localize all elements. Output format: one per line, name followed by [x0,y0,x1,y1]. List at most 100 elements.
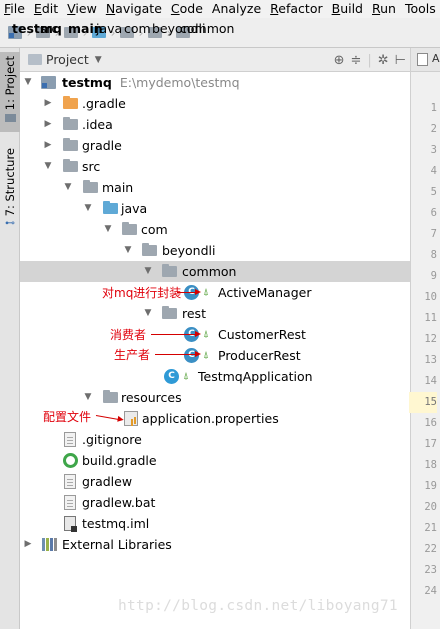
chevron-down-icon[interactable]: ▼ [102,219,114,240]
folder-icon [63,159,78,172]
editor-tab-label: A [432,52,440,65]
tree-item-gitignore[interactable]: .gitignore [20,429,410,450]
tree-item-label: testmq E:\mydemo\testmq [62,75,240,90]
resources-folder-icon [103,390,118,403]
menu-run[interactable]: Run [368,0,401,18]
java-file-icon [417,53,428,66]
line-number: 8 [430,249,437,261]
tree-item-testmq-iml[interactable]: testmq.iml [20,513,410,534]
hide-panel-icon[interactable]: ⊢ [395,53,406,68]
menu-build[interactable]: Build [328,0,368,18]
structure-tool-tab[interactable]: 7: Structure ⊷ [0,144,20,229]
tree-item-com[interactable]: ▼ com [20,219,410,240]
line-number: 3 [430,144,437,156]
menu-analyze[interactable]: Analyze [208,0,266,18]
tree-item-label: ActiveManager [218,285,312,300]
tree-item-rest[interactable]: ▼ rest [20,303,410,324]
line-number: 10 [424,291,437,303]
line-number: 13 [424,354,437,366]
chevron-down-icon[interactable]: ▼ [62,177,74,198]
line-number: 16 [424,417,437,429]
tree-item-java[interactable]: ▼ java [20,198,410,219]
line-number: 17 [424,438,437,450]
tree-item-label: gradlew.bat [82,495,156,510]
chevron-down-icon[interactable]: ▼ [142,303,154,324]
chevron-right-icon[interactable]: ▶ [42,135,54,156]
text-file-icon [64,495,76,510]
chevron-down-icon[interactable]: ▼ [122,240,134,261]
menu-code[interactable]: Code [167,0,208,18]
package-icon [142,243,157,256]
tree-item-label: beyondli [162,243,216,258]
tree-item-testmq[interactable]: ▼ testmq E:\mydemo\testmq [20,72,410,93]
editor-gutter: A 1 2 3 4 5 6 7 8 9 10 11 12 13 14 15 16 17 18 19 20 21 22 23 2… [409,48,440,629]
menu-navigate[interactable]: Navigate [102,0,167,18]
annotation-customerrest: 消费者 [110,328,147,342]
breadcrumb-item-main[interactable]: main [64,18,103,47]
tree-item-gradlew-bat[interactable]: gradlew.bat [20,492,410,513]
tree-item-dot-gradle[interactable]: ▶ .gradle [20,93,410,114]
breadcrumb: testmq › src › main › java › com › beyon… [0,18,440,48]
chevron-right-icon[interactable]: ▶ [42,93,54,114]
panel-title[interactable]: Project [46,52,89,67]
tree-item-activemanager[interactable]: C ⍋ ActiveManager [20,282,410,303]
package-icon [162,306,177,319]
annotation-app-props: 配置文件 [43,410,92,424]
project-view-icon [28,54,42,65]
tree-item-producerrest[interactable]: C ⍋ ProducerRest [20,345,410,366]
tree-item-testmqapplication[interactable]: C ⍋ TestmqApplication [20,366,410,387]
tree-item-label: .gitignore [82,432,142,447]
line-number: 22 [424,543,437,555]
chevron-down-icon[interactable]: ▼ [142,261,154,282]
line-number: 18 [424,459,437,471]
line-number: 12 [424,333,437,345]
tree-item-resources[interactable]: ▼ resources [20,387,410,408]
package-icon [122,222,137,235]
tree-item-gradlew[interactable]: gradlew [20,471,410,492]
tree-item-label: resources [121,390,182,405]
line-number: 5 [430,186,437,198]
panel-toolbar: ⊕ ≑ | ✲ ⊢ [333,52,406,68]
line-number: 19 [424,480,437,492]
tool-window-stripe: 1: Project 7: Structure ⊷ [0,48,20,629]
scroll-from-source-icon[interactable]: ⊕ [334,53,345,68]
tree-item-idea[interactable]: ▶ .idea [20,114,410,135]
chevron-down-icon[interactable]: ▼ [82,387,94,408]
menu-tools[interactable]: Tools [401,0,440,18]
menu-view[interactable]: View [63,0,102,18]
menu-refactor[interactable]: Refactor [266,0,327,18]
collapse-all-icon[interactable]: ≑ [350,53,361,68]
tree-item-main[interactable]: ▼ main [20,177,410,198]
chevron-down-icon[interactable]: ▼ [82,198,94,219]
tree-item-customerrest[interactable]: C ⍋ CustomerRest [20,324,410,345]
menu-file[interactable]: File [0,0,30,18]
folder-icon [63,117,78,130]
tree-item-src[interactable]: ▼ src [20,156,410,177]
chevron-down-icon[interactable]: ▼ [42,156,54,177]
tree-item-build-gradle[interactable]: build.gradle [20,450,410,471]
breadcrumb-item-project[interactable]: testmq [8,18,62,47]
line-number: 20 [424,501,437,513]
tree-item-external-libraries[interactable]: ▶ External Libraries [20,534,410,555]
editor-tab[interactable]: A [411,48,440,72]
module-file-icon [64,516,77,532]
gear-icon[interactable]: ✲ [378,53,389,68]
chevron-right-icon[interactable]: ▶ [42,114,54,135]
tree-item-common[interactable]: ▼ common [20,261,410,282]
line-number: 15 [409,392,437,413]
project-panel-header: Project ▼ ⊕ ≑ | ✲ ⊢ [20,48,410,72]
project-tool-tab[interactable]: 1: Project [0,52,20,132]
project-tree: ▼ testmq E:\mydemo\testmq ▶ .gradle ▶ .id… [20,72,410,629]
leaf-icon: ⍋ [203,350,209,361]
folder-icon [83,180,98,193]
chevron-down-icon[interactable]: ▼ [22,72,34,93]
chevron-right-icon[interactable]: ▶ [22,534,34,555]
tree-item-label: common [182,264,237,279]
view-dropdown-icon[interactable]: ▼ [95,55,102,65]
annotation-producerrest: 生产者 [114,348,151,362]
tree-item-gradle[interactable]: ▶ gradle [20,135,410,156]
annotation-arrow [155,351,201,357]
menu-edit[interactable]: Edit [30,0,63,18]
tree-item-beyondli[interactable]: ▼ beyondli [20,240,410,261]
leaf-icon: ⍋ [203,287,209,298]
